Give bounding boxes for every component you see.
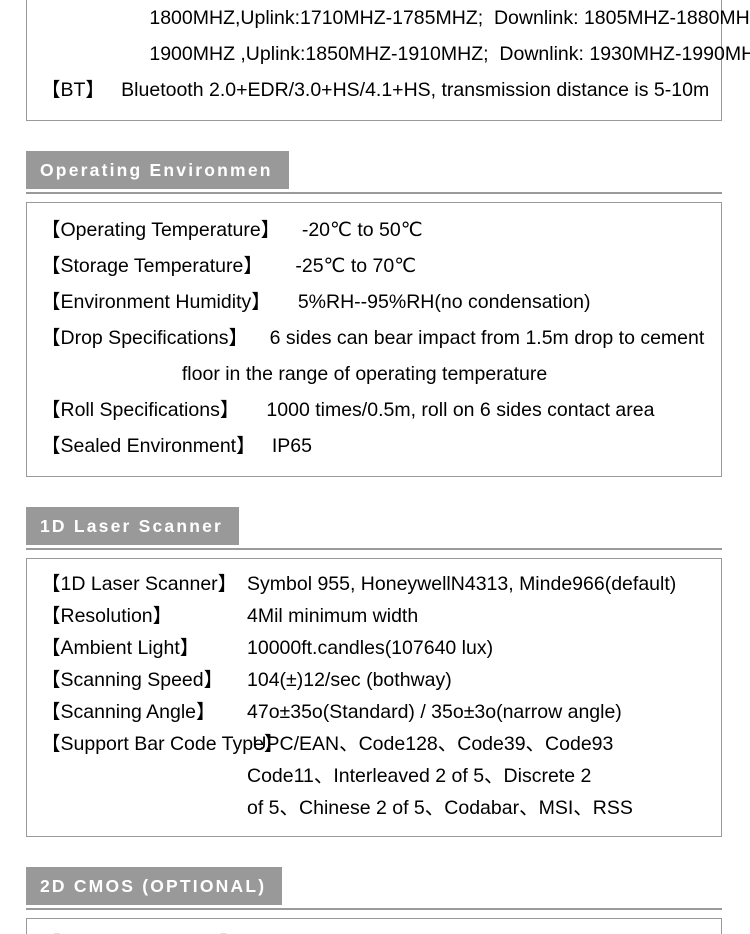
spec-value: -25℃ to 70℃ <box>262 255 417 277</box>
section-title-band: Operating Environmen <box>26 151 289 189</box>
spec-value: IP65 <box>255 435 312 457</box>
spec-row: 【Storage Temperature】 -25℃ to 70℃ <box>27 248 721 284</box>
spec-value: NLD 3096 (default),HONEYWELL N3680 <box>247 928 602 934</box>
section-header-gap <box>0 550 750 558</box>
spec-value: 1800MHZ,Uplink:1710MHZ-1785MHZ; Downlink… <box>149 7 750 29</box>
spec-row: 【Resolution】 4Mil minimum width <box>27 600 721 632</box>
spec-row: Code11、Interleaved 2 of 5、Discrete 2 <box>27 760 721 792</box>
section-header-gap <box>0 910 750 918</box>
spec-row: 【Drop Specifications】 6 sides can bear i… <box>27 320 721 356</box>
spec-value: Code11、Interleaved 2 of 5、Discrete 2 <box>247 765 592 787</box>
section-divider <box>26 192 722 194</box>
section-header-1d-laser-scanner: 1D Laser Scanner <box>26 507 722 550</box>
spec-value: UPC/EAN、Code128、Code39、Code93 <box>247 733 614 755</box>
spec-indent <box>41 0 149 36</box>
spec-value: 47o±35o(Standard) / 35o±3o(narrow angle) <box>247 701 622 723</box>
spec-value: 4Mil minimum width <box>247 605 419 627</box>
spec-row: 【Sealed Environment】 IP65 <box>27 428 721 464</box>
spec-label: 【Operating Temperature】 <box>41 219 281 241</box>
spec-row: 【Operating Temperature】 -20℃ to 50℃ <box>27 212 721 248</box>
spec-label: 【Storage Temperature】 <box>41 255 263 277</box>
spec-value: -20℃ to 50℃ <box>280 219 423 241</box>
spec-row: 【CMOS SCANNER】NLD 3096 (default),HONEYWE… <box>27 928 721 934</box>
spec-value: 10000ft.candles(107640 lux) <box>247 637 494 659</box>
spec-label: 【Drop Specifications】 <box>41 327 248 349</box>
spec-indent <box>41 356 182 392</box>
blocks-container: 1800MHZ,Uplink:1710MHZ-1785MHZ; Downlink… <box>0 0 750 934</box>
section-title-band: 2D CMOS (OPTIONAL) <box>26 867 283 905</box>
spec-value: 104(±)12/sec (bothway) <box>247 669 452 691</box>
spec-box-wireless: 1800MHZ,Uplink:1710MHZ-1785MHZ; Downlink… <box>26 0 750 121</box>
spec-label: 【Support Bar Code Type】 <box>41 733 284 755</box>
spec-label: 【Resolution】 <box>41 605 173 627</box>
spec-row: 1800MHZ,Uplink:1710MHZ-1785MHZ; Downlink… <box>27 0 750 36</box>
section-header-operating-environment: Operating Environmen <box>26 151 722 194</box>
specification-page: 1800MHZ,Uplink:1710MHZ-1785MHZ; Downlink… <box>0 0 750 934</box>
spec-row: 【BT】 Bluetooth 2.0+EDR/3.0+HS/4.1+HS, tr… <box>27 72 721 108</box>
spec-label: 【Sealed Environment】 <box>41 435 256 457</box>
spec-box-operating-environment: 【Operating Temperature】 -20℃ to 50℃ 【Stor… <box>26 202 722 477</box>
section-title-band: 1D Laser Scanner <box>26 507 240 545</box>
spec-row: 【Scanning Angle】 47o±35o(Standard) / 35o±… <box>27 696 721 728</box>
spec-value: 1000 times/0.5m, roll on 6 sides contact… <box>239 399 655 421</box>
spec-value: Symbol 955, HoneywellN4313, Minde966(def… <box>247 573 677 595</box>
spec-value: 6 sides can bear impact from 1.5m drop t… <box>248 327 705 349</box>
spec-indent <box>41 36 149 72</box>
spec-row: 【1D Laser Scanner】 Symbol 955, HoneywellN… <box>27 568 721 600</box>
spec-row: 【Support Bar Code Type】 UPC/EAN、Code128、… <box>27 728 721 760</box>
spec-label: 【Environment Humidity】 <box>41 291 271 313</box>
spec-row: 【Roll Specifications】 1000 times/0.5m, r… <box>27 392 721 428</box>
spec-row: 【Scanning Speed】 104(±)12/sec (bothway) <box>27 664 721 696</box>
spec-value: 1900MHZ ,Uplink:1850MHZ-1910MHZ; Downlin… <box>149 43 750 65</box>
section-header-gap <box>0 194 750 202</box>
spec-value: of 5、Chinese 2 of 5、Codabar、MSI、RSS <box>247 797 633 819</box>
spec-row: 1900MHZ ,Uplink:1850MHZ-1910MHZ; Downlin… <box>27 36 750 72</box>
spec-box-2d-cmos: 【CMOS SCANNER】NLD 3096 (default),HONEYWE… <box>26 918 722 934</box>
spec-label: 【Scanning Speed】 <box>41 669 224 691</box>
spec-label: 【Ambient Light】 <box>41 637 200 659</box>
section-header-2d-cmos: 2D CMOS (OPTIONAL) <box>26 867 722 910</box>
spec-row: floor in the range of operating temperat… <box>27 356 721 392</box>
spec-value: 5%RH--95%RH(no condensation) <box>270 291 591 313</box>
section-divider <box>26 908 722 910</box>
spec-row: 【Ambient Light】 10000ft.candles(107640 lu… <box>27 632 721 664</box>
spec-label: 【Roll Specifications】 <box>41 399 240 421</box>
spec-label: 【Scanning Angle】 <box>41 701 216 723</box>
spec-label: 【1D Laser Scanner】 <box>41 573 238 595</box>
spec-value: Bluetooth 2.0+EDR/3.0+HS/4.1+HS, transmi… <box>104 79 710 101</box>
spec-box-1d-laser-scanner: 【1D Laser Scanner】 Symbol 955, HoneywellN… <box>26 558 722 837</box>
section-divider <box>26 548 722 550</box>
spec-value: floor in the range of operating temperat… <box>181 363 548 385</box>
spec-label: 【CMOS SCANNER】 <box>41 928 247 934</box>
spec-row: 【Environment Humidity】 5%RH--95%RH(no co… <box>27 284 721 320</box>
spec-label: 【BT】 <box>41 79 105 101</box>
spec-row: of 5、Chinese 2 of 5、Codabar、MSI、RSS <box>27 792 721 824</box>
